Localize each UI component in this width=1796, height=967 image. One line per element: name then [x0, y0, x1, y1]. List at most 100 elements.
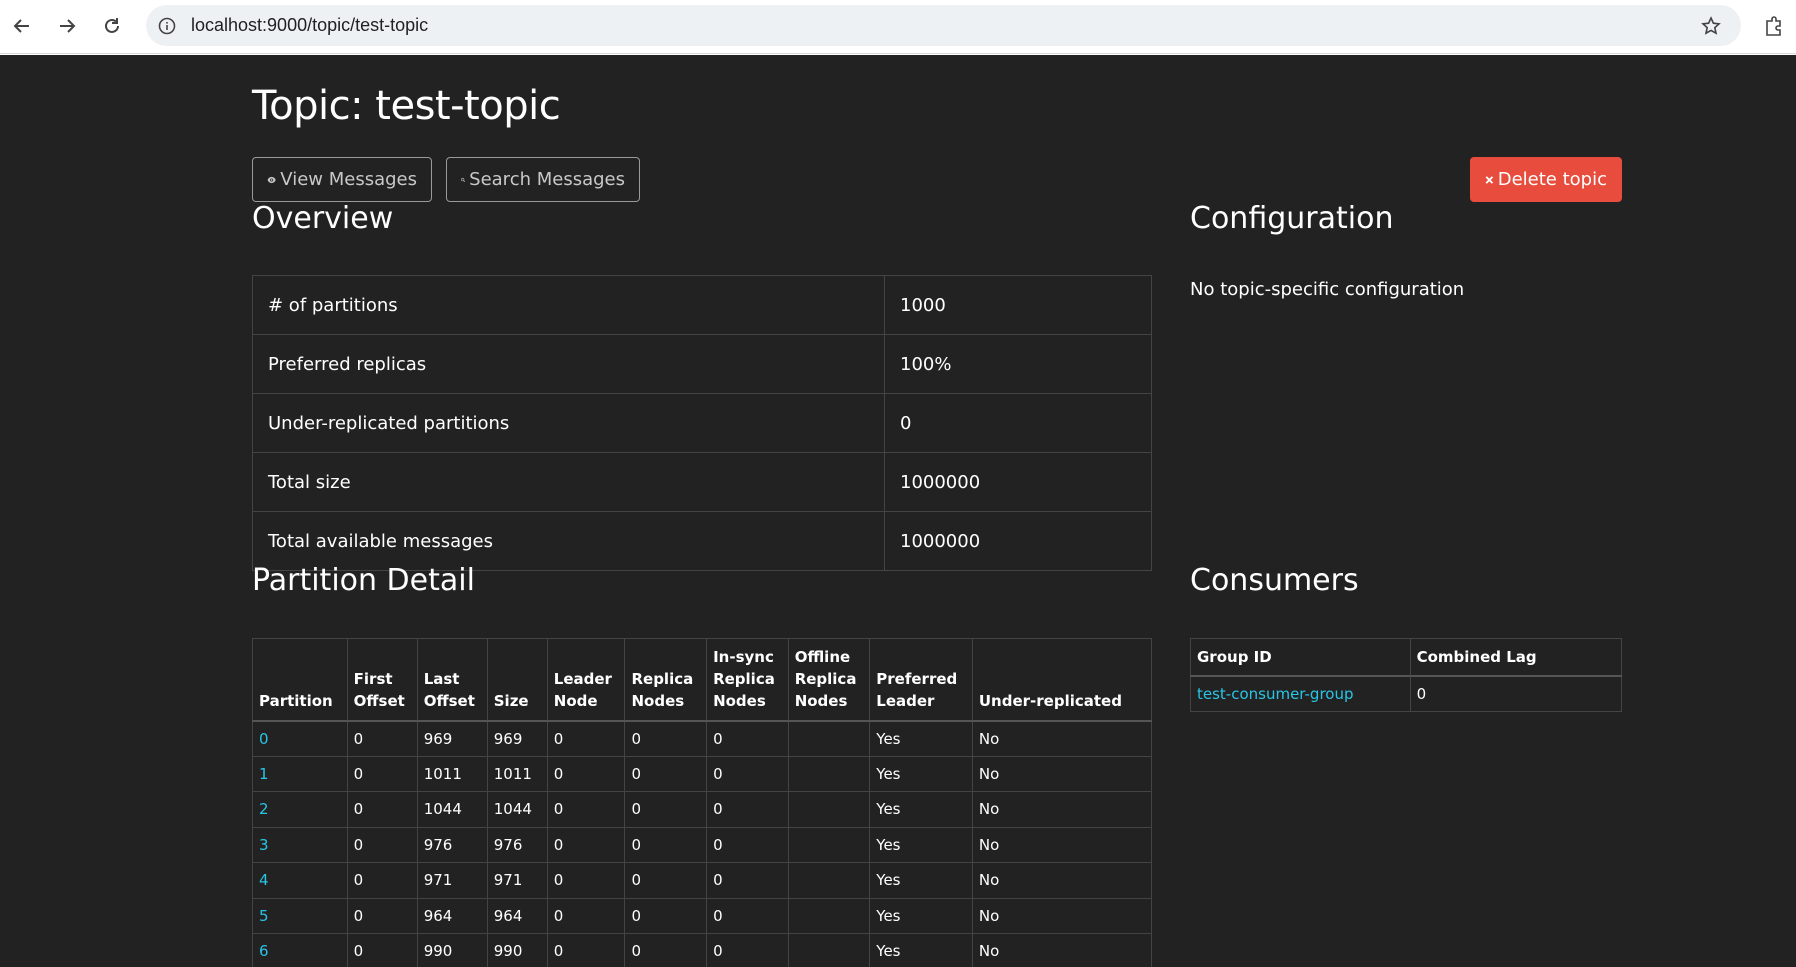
partition-detail-heading: Partition Detail — [252, 563, 475, 598]
overview-value: 1000000 — [884, 452, 1152, 512]
table-cell: 0 — [706, 826, 789, 863]
view-messages-label: View Messages — [280, 169, 417, 190]
partition-link[interactable]: 4 — [259, 871, 269, 889]
table-cell: Yes — [869, 720, 973, 757]
overview-label: Under-replicated partitions — [252, 393, 885, 453]
table-header-row: Group ID Combined Lag — [1190, 638, 1623, 677]
browser-toolbar: localhost:9000/topic/test-topic — [0, 0, 1796, 54]
table-cell: 0 — [346, 933, 418, 967]
table-cell: 969 — [486, 720, 548, 757]
table-cell: 0 — [346, 720, 418, 757]
table-cell: 0 — [624, 755, 708, 792]
star-icon[interactable] — [1699, 14, 1723, 38]
consumer-group-link[interactable]: test-consumer-group — [1197, 685, 1354, 703]
partition-link[interactable]: 2 — [259, 800, 269, 818]
back-arrow-icon[interactable] — [6, 10, 38, 42]
close-icon — [1485, 175, 1494, 184]
partition-link[interactable]: 3 — [259, 836, 269, 854]
table-cell: 0 — [624, 897, 708, 934]
search-icon — [461, 177, 466, 182]
overview-heading: Overview — [252, 201, 394, 236]
url-text[interactable]: localhost:9000/topic/test-topic — [191, 15, 428, 36]
table-cell: 0 — [546, 826, 626, 863]
overview-table: # of partitions 1000 Preferred replicas 100… — [252, 275, 1152, 571]
table-cell: 971 — [486, 862, 548, 899]
table-cell: 0 — [546, 933, 626, 967]
table-row: 4 0 971 971 0 0 0 Yes No — [252, 862, 1153, 899]
table-cell: 976 — [416, 826, 488, 863]
table-row: 6 0 990 990 0 0 0 Yes No — [252, 933, 1153, 967]
overview-value: 1000 — [884, 275, 1152, 335]
view-messages-button[interactable]: View Messages — [252, 157, 432, 202]
table-cell: 969 — [416, 720, 488, 757]
table-cell: 0 — [706, 897, 789, 934]
eye-icon — [267, 176, 276, 183]
table-cell: 0 — [346, 862, 418, 899]
table-cell: 0 — [706, 791, 789, 828]
table-cell: 990 — [486, 933, 548, 967]
partition-link[interactable]: 0 — [259, 730, 269, 748]
delete-topic-label: Delete topic — [1497, 169, 1607, 190]
column-header: Partition — [252, 638, 348, 722]
extensions-icon[interactable] — [1760, 12, 1788, 40]
table-cell — [787, 826, 871, 863]
column-header: Leader Node — [546, 638, 626, 722]
table-cell: No — [971, 897, 1153, 934]
table-cell: 0 — [706, 862, 789, 899]
table-cell: No — [971, 720, 1153, 757]
table-cell: 0 — [624, 720, 708, 757]
overview-label: Preferred replicas — [252, 334, 885, 394]
table-cell: 1 — [252, 755, 348, 792]
table-cell: 0 — [624, 933, 708, 967]
table-cell: 964 — [486, 897, 548, 934]
info-icon[interactable] — [156, 15, 177, 36]
table-cell: 0 — [706, 933, 789, 967]
table-cell — [787, 791, 871, 828]
overview-label: Total available messages — [252, 511, 885, 571]
table-cell: 0 — [346, 826, 418, 863]
delete-topic-button[interactable]: Delete topic — [1470, 157, 1622, 202]
overview-label: # of partitions — [252, 275, 885, 335]
overview-row: Total available messages 1000000 — [252, 511, 1152, 571]
search-messages-label: Search Messages — [469, 169, 625, 190]
table-cell: Yes — [869, 755, 973, 792]
column-header: First Offset — [346, 638, 418, 722]
address-bar[interactable]: localhost:9000/topic/test-topic — [146, 5, 1741, 46]
partition-link[interactable]: 1 — [259, 765, 269, 783]
table-cell: 0 — [546, 897, 626, 934]
table-cell: No — [971, 862, 1153, 899]
table-cell: 2 — [252, 791, 348, 828]
search-messages-button[interactable]: Search Messages — [446, 157, 640, 202]
overview-row: Total size 1000000 — [252, 452, 1152, 512]
overview-row: Preferred replicas 100% — [252, 334, 1152, 394]
table-cell: 0 — [546, 720, 626, 757]
table-cell: Yes — [869, 862, 973, 899]
table-cell: 0 — [346, 791, 418, 828]
table-cell: 1011 — [486, 755, 548, 792]
overview-value: 1000000 — [884, 511, 1152, 571]
table-cell: 0 — [546, 755, 626, 792]
reload-icon[interactable] — [96, 10, 128, 42]
table-row: 2 0 1044 1044 0 0 0 Yes No — [252, 791, 1153, 828]
table-header-row: Partition First Offset Last Offset Size Lead… — [252, 638, 1153, 722]
column-header: Under-replicated — [971, 638, 1153, 722]
configuration-heading: Configuration — [1190, 201, 1394, 236]
table-cell: test-consumer-group — [1190, 675, 1411, 712]
table-cell — [787, 897, 871, 934]
forward-arrow-icon[interactable] — [51, 10, 83, 42]
table-cell: 5 — [252, 897, 348, 934]
table-cell: No — [971, 755, 1153, 792]
overview-value: 100% — [884, 334, 1152, 394]
table-cell: 0 — [624, 826, 708, 863]
table-cell: 0 — [1409, 675, 1623, 712]
partition-link[interactable]: 6 — [259, 942, 269, 960]
partition-link[interactable]: 5 — [259, 907, 269, 925]
table-row: 5 0 964 964 0 0 0 Yes No — [252, 897, 1153, 934]
table-cell: 1011 — [416, 755, 488, 792]
table-row: test-consumer-group 0 — [1190, 675, 1623, 712]
table-cell: 1044 — [486, 791, 548, 828]
table-cell — [787, 755, 871, 792]
table-cell: 0 — [252, 720, 348, 757]
table-cell: 0 — [706, 755, 789, 792]
column-header: Combined Lag — [1409, 638, 1623, 677]
